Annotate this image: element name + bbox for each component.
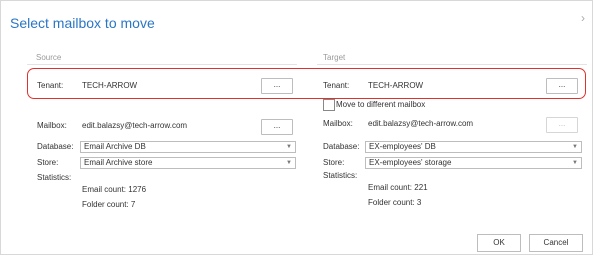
source-statistics-label: Statistics: (37, 173, 72, 182)
source-store-value: Email Archive store (84, 158, 153, 167)
source-database-label: Database: (37, 142, 74, 151)
target-tenant-label: Tenant: (323, 81, 350, 90)
target-statistics-label: Statistics: (323, 171, 358, 180)
target-database-value: EX-employees' DB (369, 142, 436, 151)
target-tenant-value: TECH-ARROW (368, 81, 424, 90)
target-mailbox-browse-button[interactable]: ... (546, 117, 578, 133)
target-store-select[interactable]: EX-employees' storage ▼ (365, 157, 582, 169)
source-store-label: Store: (37, 158, 59, 167)
chevron-right-icon[interactable]: › (581, 11, 585, 25)
source-mailbox-label: Mailbox: (37, 121, 67, 130)
cancel-button[interactable]: Cancel (529, 234, 583, 252)
chevron-down-icon: ▼ (572, 160, 578, 166)
source-database-value: Email Archive DB (84, 142, 146, 151)
target-store-value: EX-employees' storage (369, 158, 452, 167)
dialog-title: Select mailbox to move (10, 15, 155, 31)
chevron-down-icon: ▼ (572, 144, 578, 150)
target-database-select[interactable]: EX-employees' DB ▼ (365, 141, 582, 153)
source-divider (27, 64, 297, 65)
target-store-label: Store: (323, 158, 345, 167)
source-mailbox-browse-button[interactable]: ... (261, 119, 293, 135)
dialog-window: Select mailbox to move › Source Target T… (0, 0, 593, 255)
target-mailbox-value: edit.balazsy@tech-arrow.com (368, 119, 474, 128)
source-tenant-label: Tenant: (37, 81, 64, 90)
chevron-down-icon: ▼ (286, 160, 292, 166)
source-heading: Source (36, 53, 62, 62)
move-different-mailbox-checkbox[interactable] (323, 99, 335, 111)
source-tenant-value: TECH-ARROW (82, 81, 138, 90)
move-different-mailbox-label: Move to different mailbox (336, 100, 426, 109)
source-store-select[interactable]: Email Archive store ▼ (80, 157, 296, 169)
source-database-select[interactable]: Email Archive DB ▼ (80, 141, 296, 153)
source-email-count: Email count: 1276 (82, 185, 147, 194)
target-email-count: Email count: 221 (368, 183, 428, 192)
ok-button[interactable]: OK (477, 234, 521, 252)
target-divider (317, 64, 587, 65)
target-database-label: Database: (323, 142, 360, 151)
source-folder-count: Folder count: 7 (82, 200, 136, 209)
target-folder-count: Folder count: 3 (368, 198, 422, 207)
target-heading: Target (323, 53, 346, 62)
target-mailbox-label: Mailbox: (323, 119, 353, 128)
chevron-down-icon: ▼ (286, 144, 292, 150)
target-tenant-browse-button[interactable]: ... (546, 78, 578, 94)
source-mailbox-value: edit.balazsy@tech-arrow.com (82, 121, 188, 130)
source-tenant-browse-button[interactable]: ... (261, 78, 293, 94)
